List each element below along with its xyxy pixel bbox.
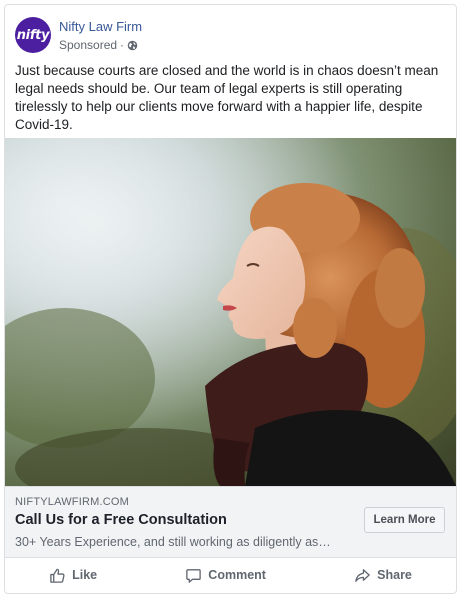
share-button[interactable]: Share	[354, 567, 412, 584]
link-domain: NIFTYLAWFIRM.COM	[15, 496, 130, 508]
learn-more-button[interactable]: Learn More	[364, 507, 445, 533]
share-arrow-icon	[355, 568, 370, 582]
ad-photo[interactable]	[5, 138, 456, 486]
thumbs-up-icon	[50, 568, 65, 583]
link-preview[interactable]: NIFTYLAWFIRM.COM Call Us for a Free Cons…	[5, 486, 456, 558]
link-description: 30+ Years Experience, and still working …	[15, 535, 331, 549]
speech-bubble-icon	[186, 568, 202, 583]
like-label: Like	[72, 568, 98, 582]
like-button[interactable]: Like	[49, 567, 97, 584]
page-name-link[interactable]: Nifty Law Firm	[59, 19, 142, 34]
comment-button[interactable]: Comment	[185, 567, 266, 584]
sponsored-post-card: nifty Nifty Law Firm Sponsored · Just be…	[4, 4, 457, 594]
sponsored-label[interactable]: Sponsored	[59, 38, 117, 52]
post-actions-bar: Like Comment Share	[5, 558, 456, 592]
sponsored-line: Sponsored ·	[59, 38, 138, 52]
link-headline[interactable]: Call Us for a Free Consultation	[15, 512, 227, 528]
share-label: Share	[377, 568, 412, 582]
comment-label: Comment	[208, 568, 266, 582]
avatar[interactable]: nifty	[15, 17, 51, 53]
post-message: Just because courts are closed and the w…	[15, 63, 439, 132]
woman-looking-up-image	[5, 138, 456, 486]
avatar-logo-text: nifty	[16, 27, 50, 43]
separator-dot: ·	[120, 38, 125, 52]
globe-icon[interactable]	[127, 40, 138, 51]
post-header: nifty Nifty Law Firm Sponsored ·	[15, 17, 435, 57]
